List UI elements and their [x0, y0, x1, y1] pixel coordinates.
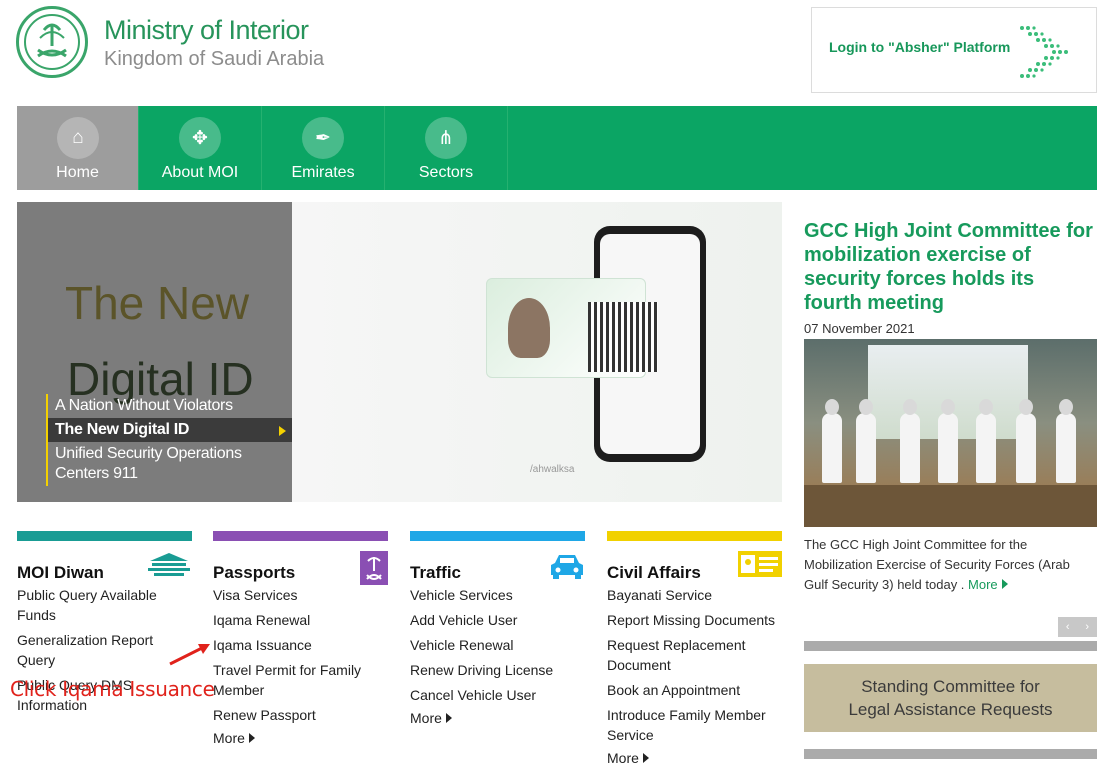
hero-image: /ahwalksa: [292, 202, 782, 502]
service-link[interactable]: Travel Permit for Family Member: [213, 660, 388, 700]
emblem-icon: ✥: [179, 117, 221, 159]
calligraphy-icon: ✒: [302, 117, 344, 159]
column-traffic: Traffic Vehicle Services Add Vehicle Use…: [410, 531, 585, 726]
more-link[interactable]: More: [410, 710, 585, 726]
column-passports: Passports Visa Services Iqama Renewal Iq…: [213, 531, 388, 746]
caret-right-icon: [642, 753, 649, 763]
column-title[interactable]: Traffic: [410, 563, 461, 583]
column-bar: [607, 531, 782, 541]
more-label: More: [213, 730, 245, 746]
person: [822, 399, 842, 483]
diwan-building-icon: [148, 553, 190, 576]
person: [1056, 399, 1076, 483]
person: [976, 399, 996, 483]
news-pager: ‹ ›: [1058, 617, 1097, 637]
qr-code-icon: [588, 302, 658, 372]
absher-login-button[interactable]: Login to "Absher" Platform: [811, 7, 1097, 93]
service-link[interactable]: Cancel Vehicle User: [410, 685, 585, 705]
nav-item-home[interactable]: ⌂ Home: [17, 106, 139, 190]
hero-social-handle: /ahwalksa: [530, 464, 575, 475]
more-label: More: [607, 750, 639, 766]
brand: Ministry of Interior Kingdom of Saudi Ar…: [104, 14, 324, 72]
red-arrow-icon: [169, 644, 210, 666]
main-nav: ⌂ Home ✥ About MOI ✒ Emirates ⋔ Sectors: [17, 106, 1097, 190]
column-bar: [410, 531, 585, 541]
absher-arrow-icon: [1020, 26, 1068, 78]
news-photo[interactable]: [804, 339, 1097, 527]
news-more-link[interactable]: More: [968, 577, 1008, 592]
brand-title: Ministry of Interior: [104, 15, 309, 45]
service-link[interactable]: Vehicle Renewal: [410, 635, 585, 655]
column-title[interactable]: Civil Affairs: [607, 563, 701, 583]
share-icon: ⋔: [425, 117, 467, 159]
absher-login-label: Login to "Absher" Platform: [829, 39, 1011, 55]
more-label: More: [410, 710, 442, 726]
moi-logo[interactable]: [16, 6, 88, 78]
hero-slider[interactable]: The New Digital ID /ahwalksa A Nation Wi…: [17, 202, 782, 502]
divider: [804, 641, 1097, 651]
service-link[interactable]: Vehicle Services: [410, 585, 585, 605]
person: [856, 399, 876, 483]
pager-prev-button[interactable]: ‹: [1066, 621, 1070, 633]
person: [900, 399, 920, 483]
nav-label-about-moi: About MOI: [161, 164, 239, 181]
hero-menu-item-selected[interactable]: The New Digital ID: [48, 418, 292, 442]
id-photo: [508, 298, 550, 358]
hero-menu-item[interactable]: Unified Security Operations Centers 911: [48, 442, 292, 486]
person: [1016, 399, 1036, 483]
banner-line-2: Legal Assistance Requests: [848, 700, 1053, 719]
service-link[interactable]: Add Vehicle User: [410, 610, 585, 630]
nav-label-home: Home: [56, 164, 99, 181]
nav-label-emirates: Emirates: [291, 164, 355, 181]
instruction-annotation: Click Iqama Issuance: [10, 677, 215, 701]
divider: [804, 749, 1097, 759]
service-link[interactable]: Renew Passport: [213, 705, 388, 725]
service-link[interactable]: Introduce Family Member Service: [607, 705, 782, 745]
news-more-label: More: [968, 577, 998, 592]
palm-swords-emblem-icon: [24, 14, 80, 70]
news-body-text: The GCC High Joint Committee for the Mob…: [804, 537, 1070, 592]
service-link[interactable]: Iqama Renewal: [213, 610, 388, 630]
brand-subtitle: Kingdom of Saudi Arabia: [104, 48, 325, 70]
nav-item-emirates[interactable]: ✒ Emirates: [262, 106, 385, 190]
more-link[interactable]: More: [213, 730, 388, 746]
column-civil-affairs: Civil Affairs Bayanati Service Report Mi…: [607, 531, 782, 766]
service-link[interactable]: Bayanati Service: [607, 585, 782, 605]
photo-floor: [804, 485, 1097, 527]
news-body: The GCC High Joint Committee for the Mob…: [804, 535, 1097, 595]
hero-menu-item[interactable]: A Nation Without Violators: [48, 394, 292, 418]
home-icon: ⌂: [57, 117, 99, 159]
column-title[interactable]: Passports: [213, 563, 295, 583]
pager-next-button[interactable]: ›: [1085, 621, 1089, 633]
person: [938, 399, 958, 483]
caret-right-icon: [248, 733, 255, 743]
news-date: 07 November 2021: [804, 321, 915, 336]
more-link[interactable]: More: [607, 750, 782, 766]
id-card-icon: [738, 551, 782, 577]
nav-item-sectors[interactable]: ⋔ Sectors: [385, 106, 508, 190]
service-link-iqama-issuance[interactable]: Iqama Issuance: [213, 635, 388, 655]
banner-line-1: Standing Committee for: [861, 677, 1040, 696]
service-link[interactable]: Public Query Available Funds: [17, 585, 192, 625]
standing-committee-banner[interactable]: Standing Committee for Legal Assistance …: [804, 664, 1097, 732]
nav-item-about-moi[interactable]: ✥ About MOI: [139, 106, 262, 190]
service-link[interactable]: Request Replacement Document: [607, 635, 782, 675]
service-link[interactable]: Book an Appointment: [607, 680, 782, 700]
hero-headline-1: The New: [65, 277, 250, 329]
nav-label-sectors: Sectors: [418, 164, 474, 181]
column-bar: [213, 531, 388, 541]
news-title[interactable]: GCC High Joint Committee for mobilizatio…: [804, 219, 1097, 315]
service-link[interactable]: Visa Services: [213, 585, 388, 605]
service-link[interactable]: Renew Driving License: [410, 660, 585, 680]
service-link[interactable]: Report Missing Documents: [607, 610, 782, 630]
caret-right-icon: [1001, 579, 1008, 589]
car-icon: [551, 555, 583, 579]
passport-emblem-icon: [360, 551, 388, 585]
hero-menu: A Nation Without Violators The New Digit…: [46, 394, 292, 486]
service-link[interactable]: Generalization Report Query: [17, 630, 192, 670]
column-title[interactable]: MOI Diwan: [17, 563, 104, 583]
caret-right-icon: [445, 713, 452, 723]
column-bar: [17, 531, 192, 541]
